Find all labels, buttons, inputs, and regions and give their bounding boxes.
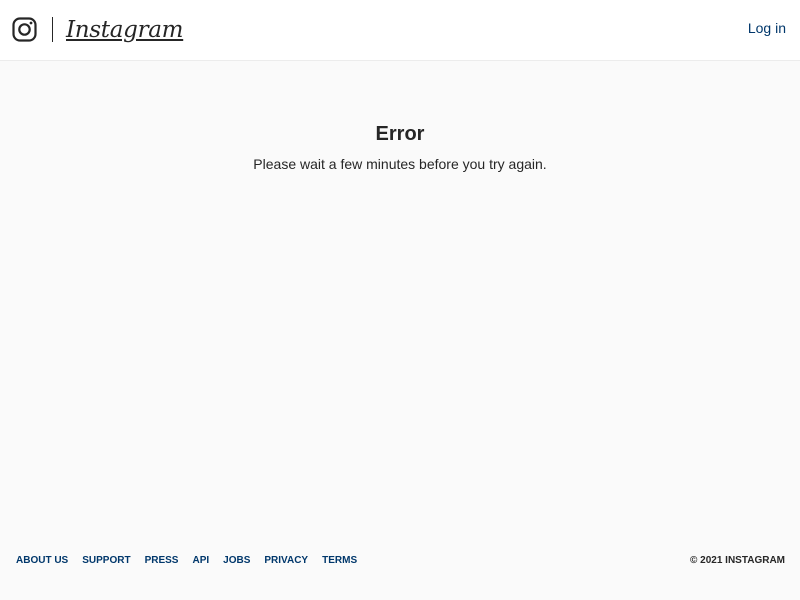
footer-link-api[interactable]: API: [192, 554, 209, 568]
copyright: © 2021 INSTAGRAM: [690, 555, 785, 566]
footer-link-support[interactable]: SUPPORT: [82, 554, 130, 568]
error-content: Error Please wait a few minutes before y…: [0, 61, 800, 173]
log-in-link[interactable]: Log in: [748, 20, 786, 37]
footer-link-about-us[interactable]: ABOUT US: [16, 554, 68, 568]
error-title: Error: [375, 123, 425, 145]
footer-nav: ABOUT US SUPPORT PRESS API JOBS PRIVACY …: [16, 554, 357, 568]
footer-link-press[interactable]: PRESS: [145, 554, 179, 568]
footer-link-terms[interactable]: TERMS: [322, 554, 357, 568]
instagram-camera-icon[interactable]: [12, 17, 37, 42]
logo-divider: [52, 17, 53, 42]
footer-link-privacy[interactable]: PRIVACY: [264, 554, 308, 568]
footer-link-jobs[interactable]: JOBS: [223, 554, 250, 568]
error-message: Please wait a few minutes before you try…: [253, 156, 547, 172]
instagram-wordmark[interactable]: Instagram: [66, 15, 184, 45]
footer: ABOUT US SUPPORT PRESS API JOBS PRIVACY …: [16, 554, 785, 568]
top-bar: Instagram Log in: [0, 0, 800, 61]
